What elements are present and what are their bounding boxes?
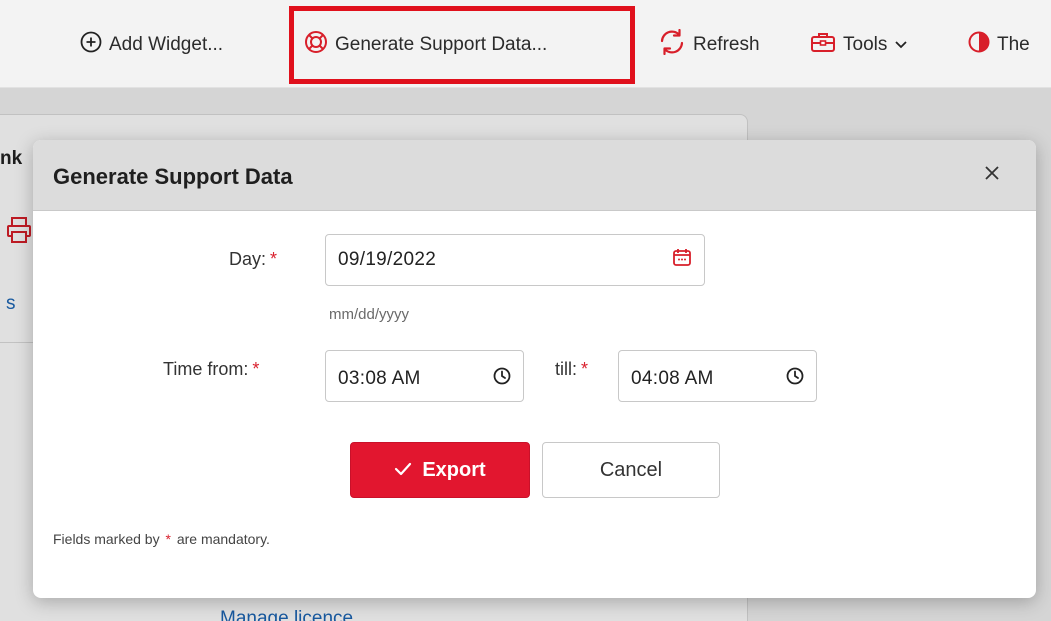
footnote-prefix: Fields marked by [53, 531, 160, 547]
till-label: till: * [555, 359, 588, 380]
plus-circle-icon [80, 31, 102, 59]
clock-icon[interactable] [786, 367, 804, 391]
day-date-input[interactable]: 09/19/2022 [325, 234, 705, 286]
close-button[interactable] [979, 162, 1005, 188]
toolbox-icon [810, 31, 836, 59]
close-icon [984, 165, 1000, 186]
highlight-annotation [289, 6, 635, 84]
cancel-button[interactable]: Cancel [542, 442, 720, 498]
chevron-down-icon [894, 34, 908, 56]
time-till-input[interactable]: 04:08 AM [618, 350, 817, 402]
refresh-button[interactable]: Refresh [658, 26, 760, 64]
tools-label: Tools [843, 34, 888, 55]
time-from-label: Time from: * [163, 359, 259, 380]
day-value: 09/19/2022 [338, 249, 437, 270]
footnote-suffix: are mandatory. [176, 531, 270, 547]
export-button[interactable]: Export [350, 442, 530, 498]
till-value: 04:08 AM [631, 368, 714, 389]
cancel-label: Cancel [599, 458, 663, 481]
add-widget-button[interactable]: Add Widget... [80, 26, 223, 64]
time-from-label-text: Time from: [163, 359, 249, 379]
dialog-title: Generate Support Data [53, 164, 293, 189]
screen: Add Widget... Generate Support Data... R… [0, 0, 1051, 621]
tools-menu-button[interactable]: Tools [810, 26, 908, 64]
required-marker: * [165, 531, 171, 547]
required-marker: * [270, 249, 278, 269]
required-marker: * [252, 359, 260, 379]
contrast-icon [968, 31, 990, 59]
required-marker: * [581, 359, 589, 379]
add-widget-label: Add Widget... [109, 34, 224, 55]
day-format-hint: mm/dd/yyyy [329, 306, 410, 323]
calendar-icon[interactable] [672, 247, 692, 273]
day-label: Day: * [229, 249, 277, 270]
time-from-value: 03:08 AM [338, 368, 421, 389]
checkmark-icon [394, 459, 412, 482]
toolbar: Add Widget... Generate Support Data... R… [0, 0, 1051, 88]
refresh-icon [658, 28, 686, 61]
generate-support-data-dialog: Generate Support Data Day: * 09/19/2022 m… [33, 140, 1036, 598]
mandatory-fields-note: Fields marked by * are mandatory. [53, 531, 270, 547]
till-label-text: till: [555, 359, 577, 379]
time-from-input[interactable]: 03:08 AM [325, 350, 524, 402]
theme-button[interactable]: The [968, 26, 1030, 64]
refresh-label: Refresh [693, 34, 760, 55]
dialog-header: Generate Support Data [33, 140, 1036, 211]
theme-label: The [997, 34, 1030, 55]
export-label: Export [422, 458, 486, 481]
day-label-text: Day: [229, 249, 267, 269]
clock-icon[interactable] [493, 367, 511, 391]
